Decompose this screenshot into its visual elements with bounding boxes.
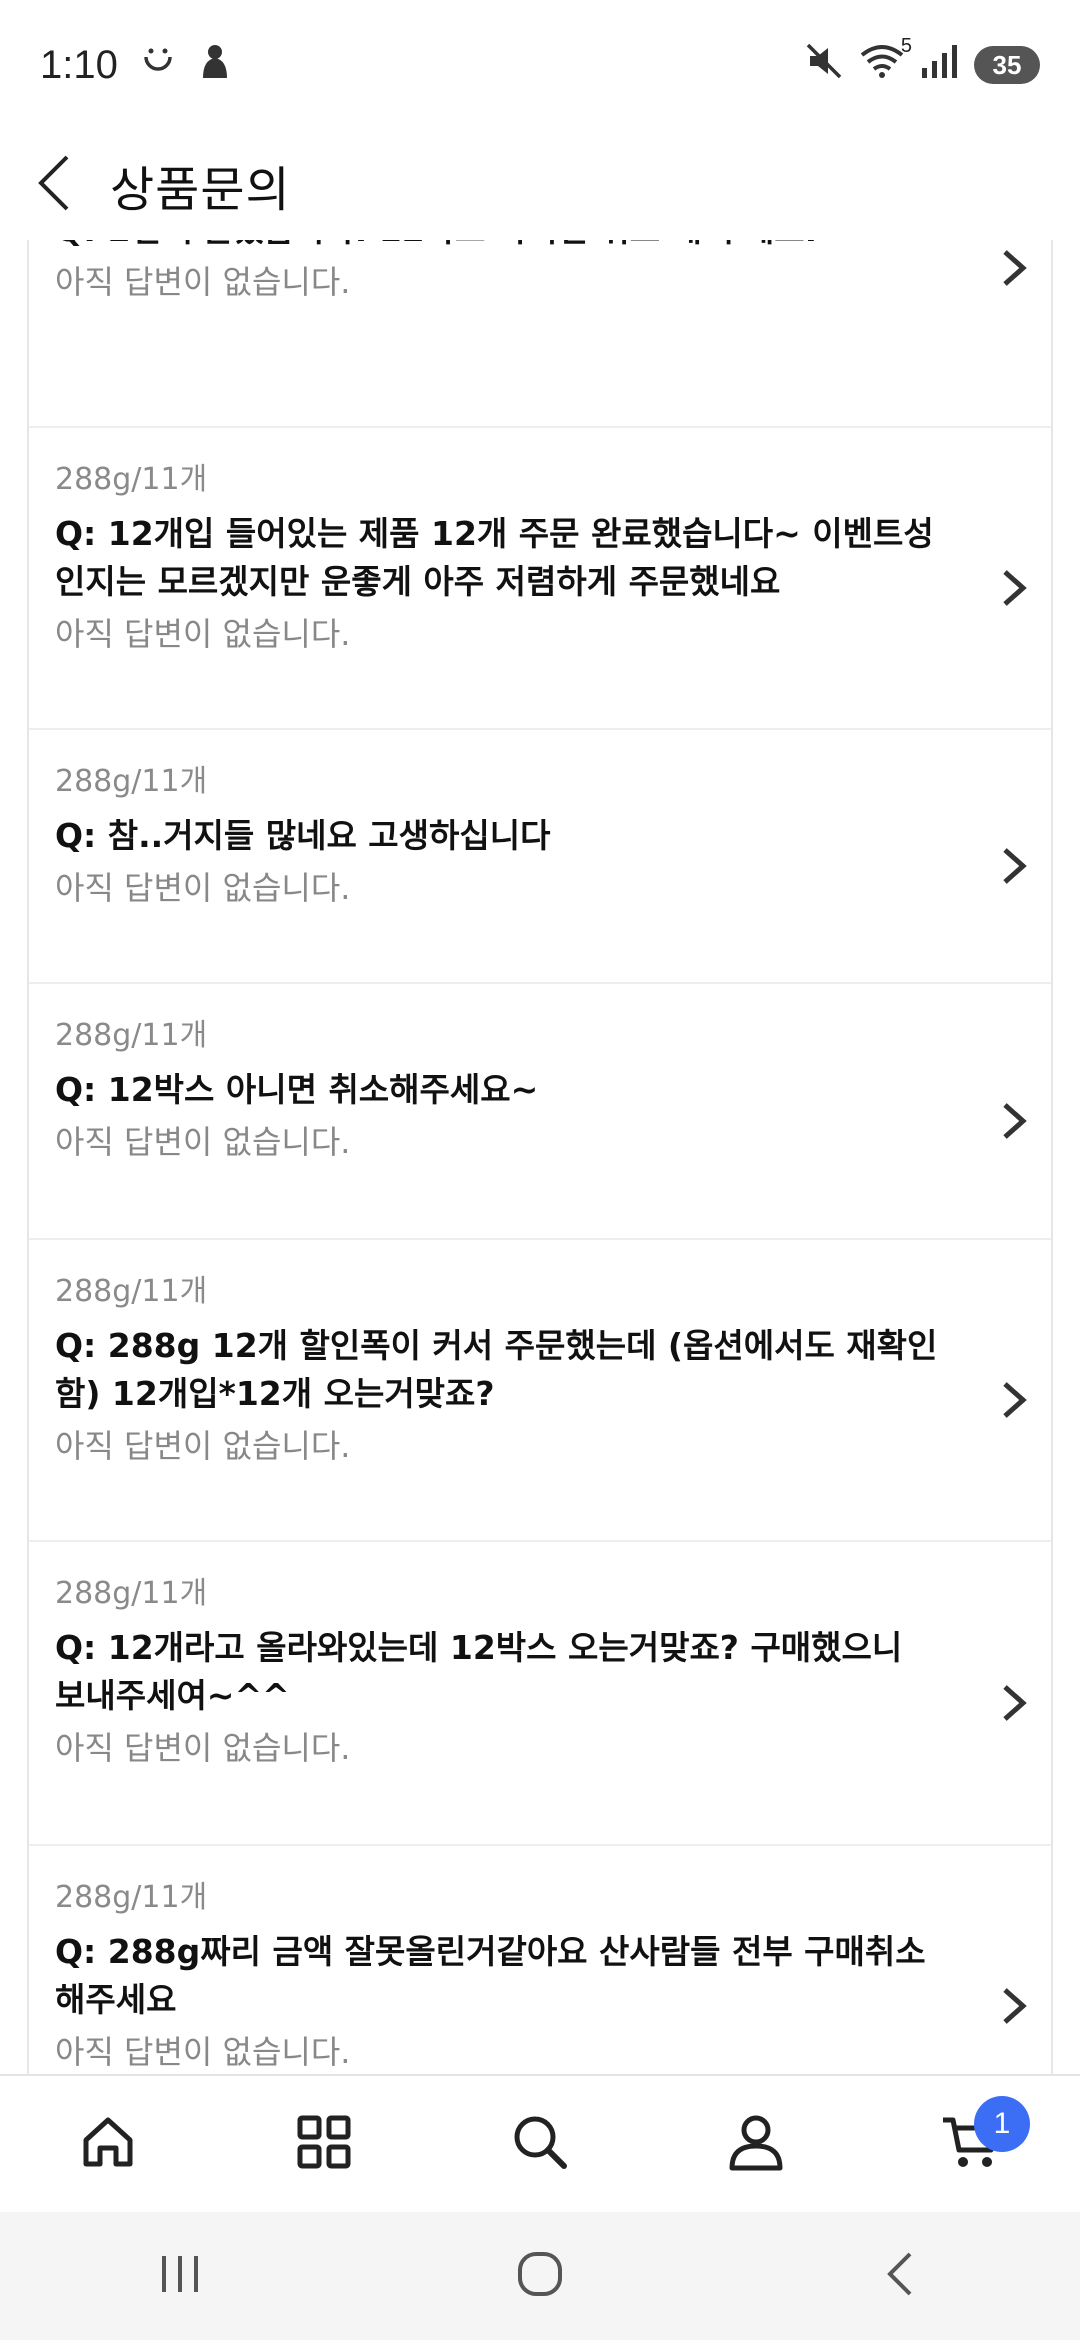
chevron-right-icon <box>999 568 1029 608</box>
qa-question: Q: 12개라고 올라와있는데 12박스 오는거맞죠? 구매했으니 보내주세여~… <box>55 1628 903 1715</box>
character-icon <box>198 42 232 89</box>
smile-icon <box>140 43 176 88</box>
chevron-right-icon <box>999 248 1029 288</box>
qa-answer: 아직 답변이 없습니다. <box>55 615 351 653</box>
wifi-label: 5 <box>900 34 912 57</box>
bottom-nav: 1 <box>0 2074 1080 2212</box>
qa-answer: 아직 답변이 없습니다. <box>55 1729 351 1767</box>
recent-apps-button[interactable] <box>120 2226 240 2326</box>
qa-answer: 아직 답변이 없습니다. <box>55 1123 351 1161</box>
qa-question: Q: 12개입 들어있는 제품 12개 주문 완료했습니다~ 이벤트성인지는 모… <box>55 514 934 601</box>
qa-item[interactable]: 288g/11개 Q: 12개라고 올라와있는데 12박스 오는거맞죠? 구매했… <box>29 1542 1051 1846</box>
signal-icon <box>920 42 960 89</box>
page-title: 상품문의 <box>110 162 291 218</box>
chevron-right-icon <box>999 1986 1029 2026</box>
qa-question: Q: 12박스 아니면 취소해주세요~ <box>55 1070 539 1109</box>
category-icon <box>296 2114 352 2174</box>
page-header: 상품문의 <box>0 130 1080 240</box>
qa-item[interactable]: 288g/11개 Q: 참..거지들 많네요 고생하십니다 아직 답변이 없습니… <box>29 730 1051 984</box>
qa-option: 288g/11개 <box>55 1576 208 1611</box>
qa-question: Q: 288g짜리 금액 잘못올린거같아요 산사람들 전부 구매취소 해주세요 <box>55 1932 926 2019</box>
back-button[interactable] <box>0 130 110 240</box>
home-icon <box>78 2112 138 2176</box>
nav-home-button[interactable] <box>48 2084 168 2204</box>
mute-icon <box>804 41 844 90</box>
qa-question: Q: 참..거지들 많네요 고생하십니다 <box>55 816 551 855</box>
nav-search-button[interactable] <box>480 2084 600 2204</box>
back-arrow-icon <box>882 2250 918 2302</box>
status-bar: 1:10 5 35 <box>0 0 1080 130</box>
cart-badge: 1 <box>974 2096 1030 2152</box>
qa-item[interactable]: 288g/11개 Q: 288g 12개 할인폭이 커서 주문했는데 (옵션에서… <box>29 1240 1051 1542</box>
qa-answer: 아직 답변이 없습니다. <box>55 869 351 907</box>
chevron-right-icon <box>999 1380 1029 1420</box>
chevron-right-icon <box>999 1683 1029 1723</box>
wifi-icon: 5 <box>858 35 912 90</box>
nav-cart-button[interactable]: 1 <box>912 2084 1032 2204</box>
qa-option: 288g/11개 <box>55 764 208 799</box>
home-system-button[interactable] <box>480 2226 600 2326</box>
qa-list[interactable]: Q: 2건 주문했습니다. 12박스 아니면 취소 해 주세요. 아직 답변이 … <box>27 236 1053 2074</box>
qa-question: Q: 288g 12개 할인폭이 커서 주문했는데 (옵션에서도 재확인함) 1… <box>55 1326 938 1413</box>
recent-apps-icon <box>156 2252 204 2300</box>
nav-profile-button[interactable] <box>696 2084 816 2204</box>
chevron-left-icon <box>35 153 75 217</box>
qa-answer: 아직 답변이 없습니다. <box>55 2033 351 2071</box>
profile-icon <box>726 2112 786 2176</box>
qa-option: 288g/11개 <box>55 1880 208 1915</box>
qa-option: 288g/11개 <box>55 462 208 497</box>
qa-item[interactable]: Q: 2건 주문했습니다. 12박스 아니면 취소 해 주세요. 아직 답변이 … <box>29 236 1051 428</box>
qa-option: 288g/11개 <box>55 1274 208 1309</box>
qa-item[interactable]: 288g/11개 Q: 288g짜리 금액 잘못올린거같아요 산사람들 전부 구… <box>29 1846 1051 2074</box>
chevron-right-icon <box>999 1101 1029 1141</box>
system-nav-bar <box>0 2212 1080 2340</box>
qa-item[interactable]: 288g/11개 Q: 12박스 아니면 취소해주세요~ 아직 답변이 없습니다… <box>29 984 1051 1240</box>
search-icon <box>510 2112 570 2176</box>
chevron-right-icon <box>999 846 1029 886</box>
home-circle-icon <box>516 2250 564 2302</box>
back-system-button[interactable] <box>840 2226 960 2326</box>
battery-indicator: 35 <box>974 46 1040 84</box>
nav-category-button[interactable] <box>264 2084 384 2204</box>
qa-item[interactable]: 288g/11개 Q: 12개입 들어있는 제품 12개 주문 완료했습니다~ … <box>29 428 1051 730</box>
qa-answer: 아직 답변이 없습니다. <box>55 263 351 301</box>
qa-answer: 아직 답변이 없습니다. <box>55 1427 351 1465</box>
qa-option: 288g/11개 <box>55 1018 208 1053</box>
status-time: 1:10 <box>40 42 118 87</box>
